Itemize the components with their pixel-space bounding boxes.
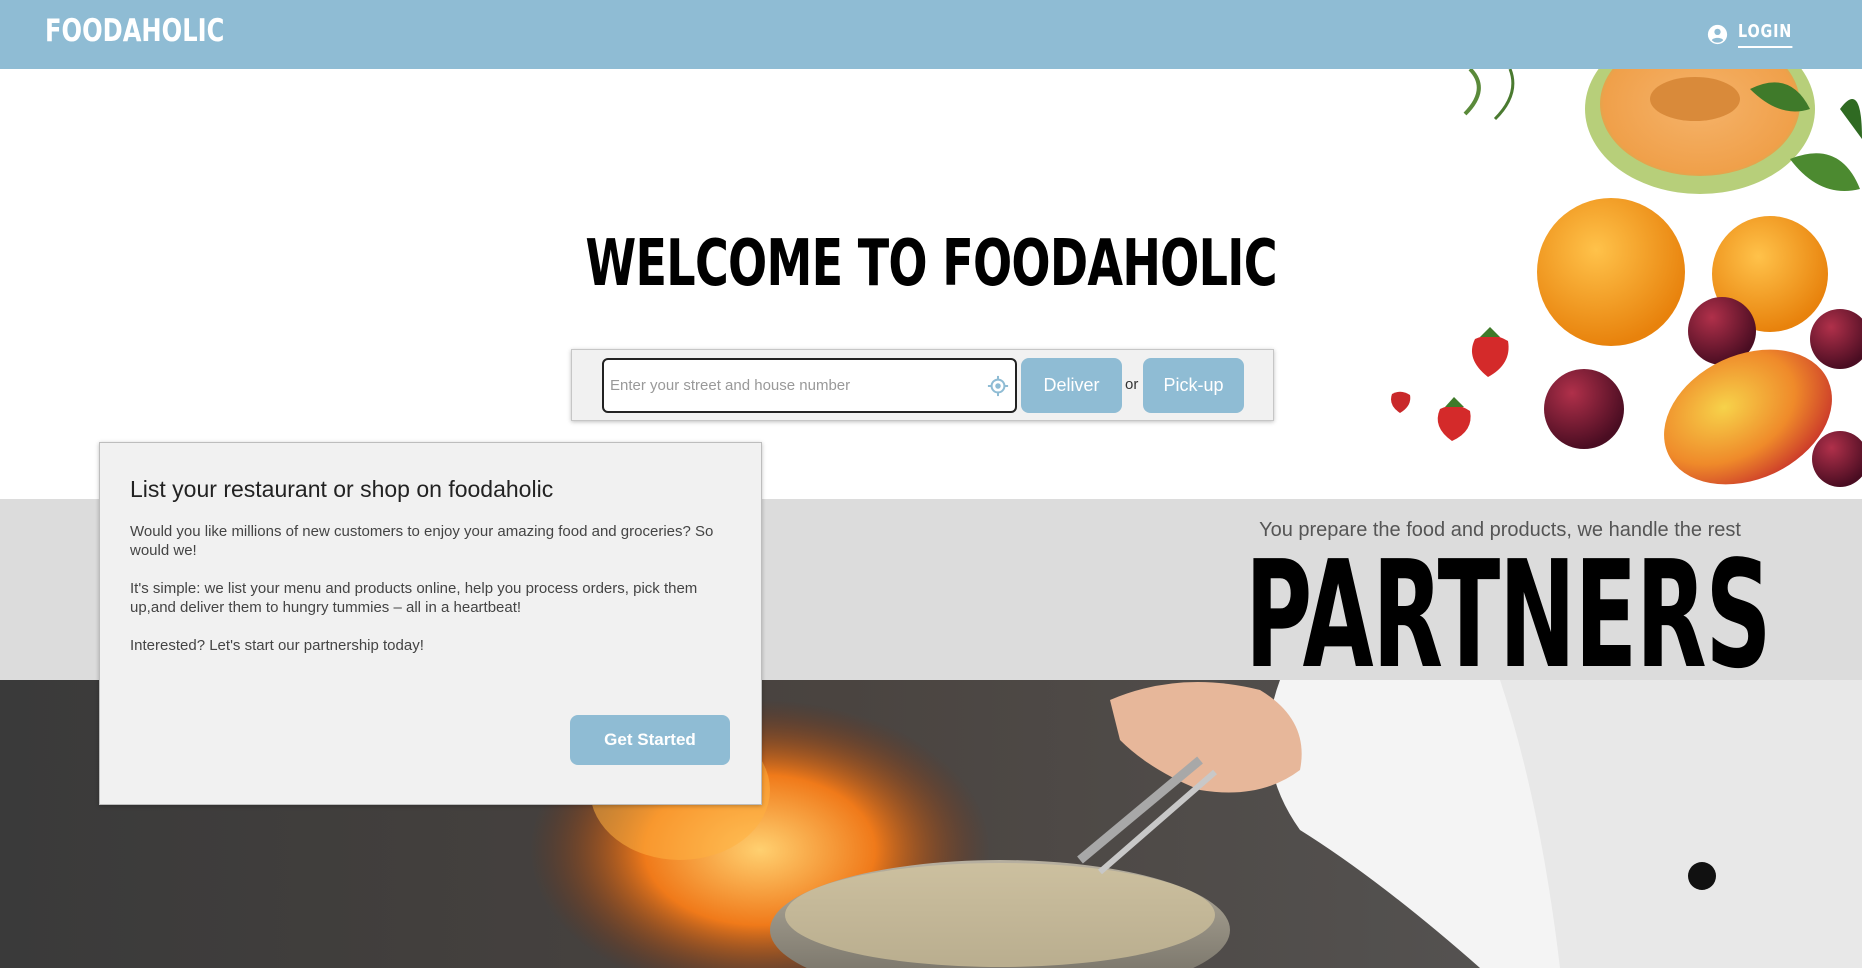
card-paragraph-1: Would you like millions of new customers… bbox=[130, 523, 714, 559]
card-title: List your restaurant or shop on foodahol… bbox=[130, 476, 554, 502]
partner-signup-card: List your restaurant or shop on foodahol… bbox=[99, 442, 762, 805]
or-separator: or bbox=[1125, 376, 1139, 393]
brand-logo[interactable]: FOODAHOLIC bbox=[45, 13, 224, 49]
deliver-button[interactable]: Deliver bbox=[1021, 358, 1122, 413]
get-started-button[interactable]: Get Started bbox=[570, 715, 730, 765]
hero-section: WELCOME TO FOODAHOLIC Deliver or Pick-up bbox=[0, 69, 1862, 499]
login-link[interactable]: LOGIN bbox=[1707, 21, 1806, 48]
address-input-wrapper bbox=[602, 358, 1017, 413]
card-paragraph-3: Interested? Let's start our partnership … bbox=[130, 637, 424, 654]
address-search-bar: Deliver or Pick-up bbox=[571, 349, 1274, 421]
partners-title: PARTNERS bbox=[1245, 529, 1772, 701]
hero-title: WELCOME TO FOODAHOLIC bbox=[0, 227, 1862, 301]
top-navbar: FOODAHOLIC LOGIN bbox=[0, 0, 1862, 69]
card-paragraph-2: It's simple: we list your menu and produ… bbox=[130, 580, 698, 616]
login-label: LOGIN bbox=[1738, 21, 1793, 48]
account-circle-icon bbox=[1708, 24, 1728, 45]
crosshair-location-icon[interactable] bbox=[987, 375, 1009, 397]
hero-title-text: WELCOME TO FOODAHOLIC bbox=[585, 227, 1277, 301]
address-input[interactable] bbox=[610, 360, 980, 411]
pickup-button[interactable]: Pick-up bbox=[1143, 358, 1244, 413]
